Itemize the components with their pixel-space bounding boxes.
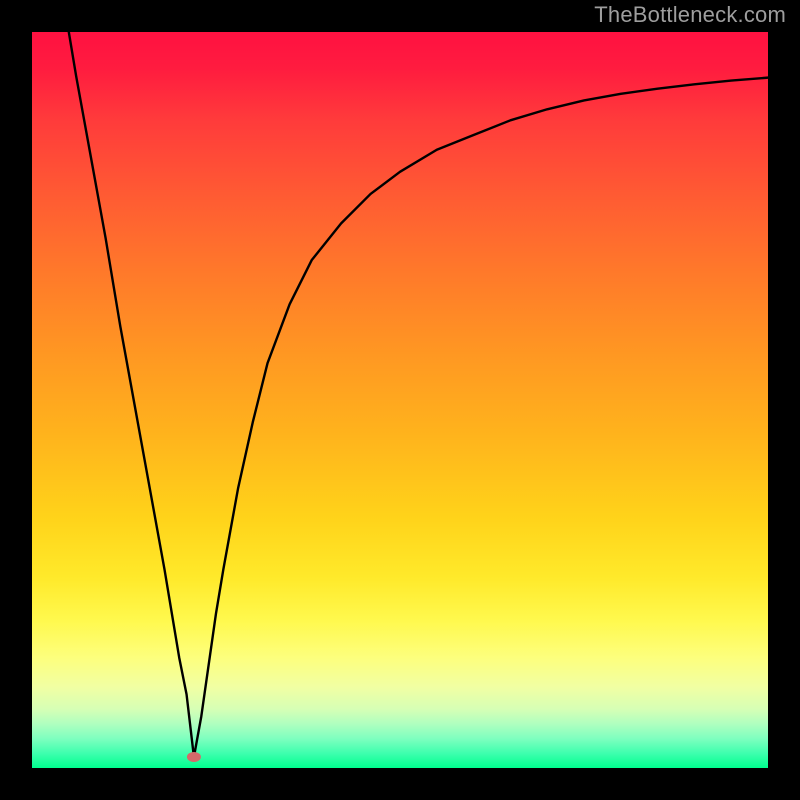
optimum-marker [187, 752, 201, 762]
chart-frame: TheBottleneck.com [0, 0, 800, 800]
plot-svg [32, 32, 768, 768]
plot-background [32, 32, 768, 768]
bottleneck-curve [69, 32, 768, 757]
watermark-text: TheBottleneck.com [594, 2, 786, 28]
